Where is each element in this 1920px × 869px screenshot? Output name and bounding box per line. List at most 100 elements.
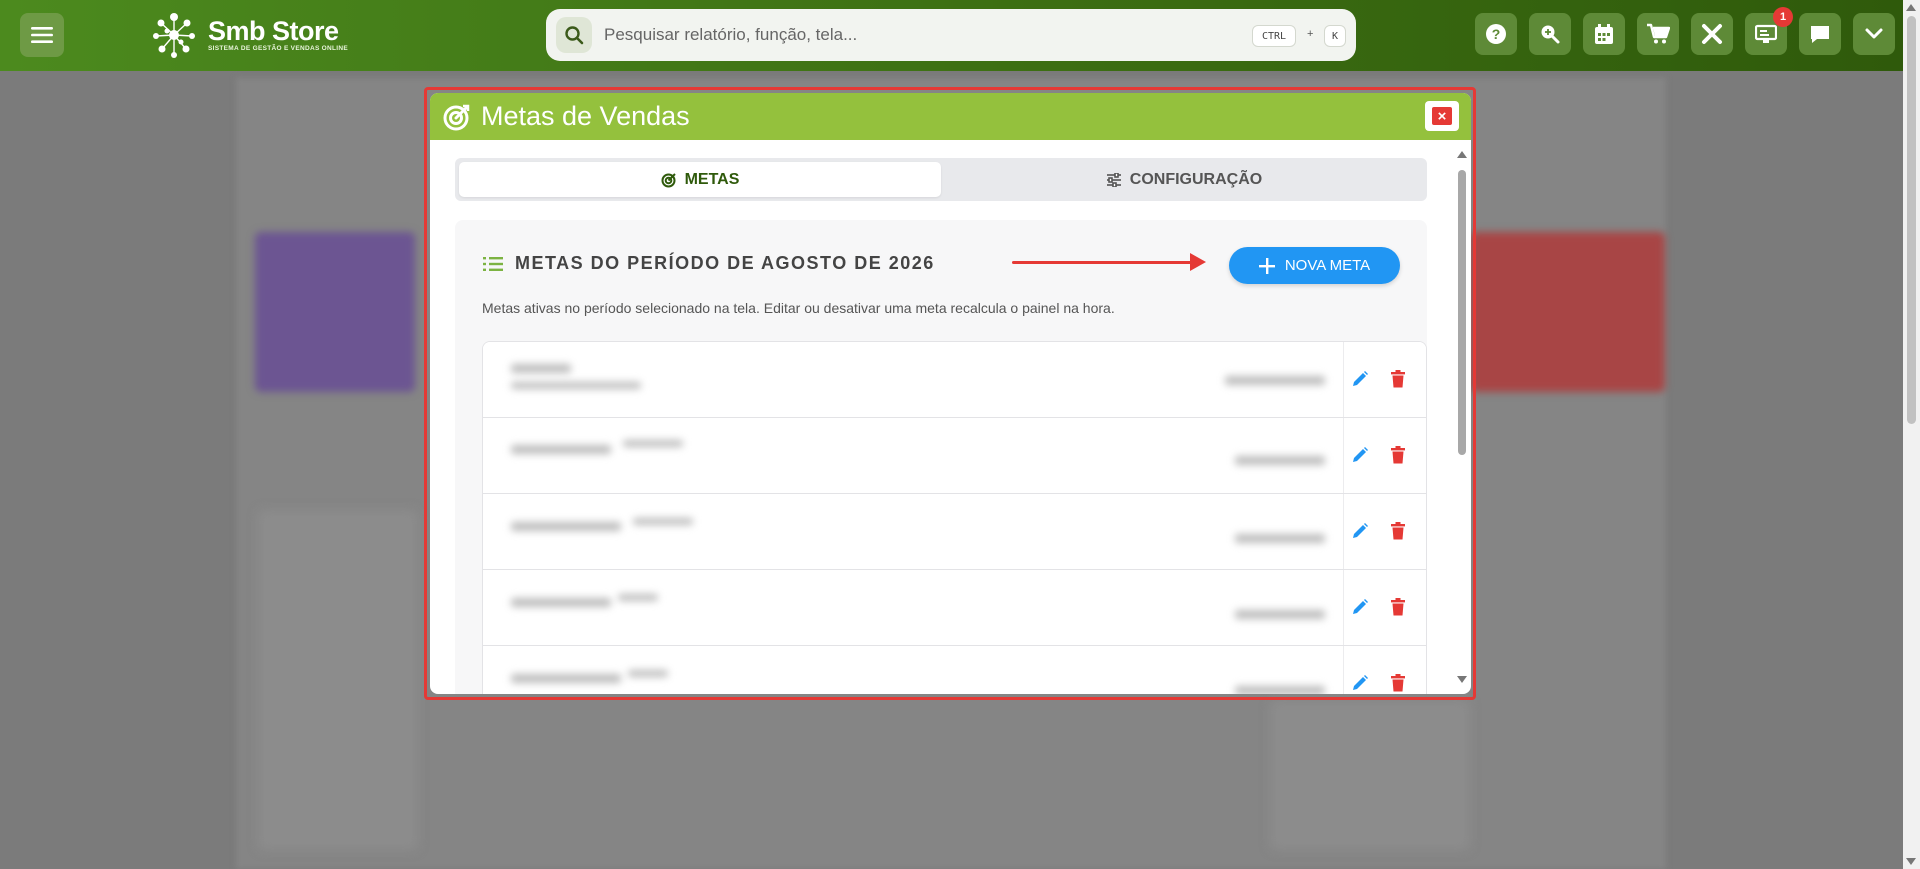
zoom-search-icon xyxy=(1541,25,1560,44)
blurred-content xyxy=(483,494,1341,569)
blurred-content xyxy=(483,646,1341,694)
menu-button[interactable] xyxy=(20,13,64,57)
kbd-plus: + xyxy=(1307,28,1314,40)
delete-button[interactable] xyxy=(1387,520,1409,542)
list-icon xyxy=(483,256,503,271)
page-scrollbar[interactable] xyxy=(1903,0,1920,869)
scroll-up-arrow[interactable] xyxy=(1906,4,1916,11)
search-input[interactable] xyxy=(604,19,1204,51)
row-actions xyxy=(1343,494,1426,569)
pencil-icon xyxy=(1353,599,1368,614)
modal-scrollbar[interactable] xyxy=(1456,148,1468,693)
calendar-button[interactable] xyxy=(1583,13,1625,55)
new-goal-button[interactable]: NOVA META xyxy=(1229,247,1400,284)
modal-title: Metas de Vendas xyxy=(481,101,690,131)
trash-icon xyxy=(1391,522,1405,540)
chat-button[interactable] xyxy=(1799,13,1841,55)
pencil-icon xyxy=(1353,371,1368,386)
help-icon: ? xyxy=(1486,24,1506,44)
edit-button[interactable] xyxy=(1349,368,1371,390)
goals-list xyxy=(482,341,1427,694)
list-item xyxy=(483,570,1426,646)
edit-button[interactable] xyxy=(1349,520,1371,542)
cart-icon xyxy=(1647,23,1670,44)
pencil-icon xyxy=(1353,447,1368,462)
blurred-content xyxy=(483,570,1341,645)
list-item xyxy=(483,418,1426,494)
top-bar: Smb Store SISTEMA DE GESTÃO E VENDAS ONL… xyxy=(0,0,1903,71)
row-actions xyxy=(1343,646,1426,694)
close-icon: × xyxy=(1432,107,1452,125)
delete-button[interactable] xyxy=(1387,444,1409,466)
list-item xyxy=(483,646,1426,694)
delete-button[interactable] xyxy=(1387,672,1409,694)
delete-button[interactable] xyxy=(1387,596,1409,618)
blurred-content xyxy=(483,418,1341,493)
hamburger-icon xyxy=(31,27,53,43)
search-button[interactable] xyxy=(556,17,592,53)
close-button[interactable]: × xyxy=(1425,101,1459,131)
scroll-down-arrow[interactable] xyxy=(1457,676,1467,683)
sliders-icon xyxy=(1106,172,1121,187)
row-actions xyxy=(1343,418,1426,493)
target-icon xyxy=(661,172,676,187)
chat-icon xyxy=(1811,26,1829,43)
modal-header: Metas de Vendas × xyxy=(430,93,1471,140)
monitor-icon xyxy=(1755,24,1777,43)
brand-name: Smb Store xyxy=(208,16,339,46)
new-goal-label: NOVA META xyxy=(1284,257,1371,274)
tab-bar: METAS CONFIGURAÇÃO xyxy=(455,158,1427,201)
background-panel xyxy=(1270,700,1470,850)
goals-panel: METAS DO PERÍODO DE AGOSTO DE 2026 Metas… xyxy=(455,220,1427,694)
svg-text:?: ? xyxy=(1492,26,1501,42)
background-card xyxy=(255,232,415,392)
tab-label: METAS xyxy=(684,170,740,188)
kbd-ctrl: CTRL xyxy=(1252,25,1296,47)
global-search: CTRL + K xyxy=(546,9,1356,61)
sales-goals-modal: Metas de Vendas × METAS CONFIGURAÇÃO MET… xyxy=(430,93,1471,694)
page-scroll-thumb[interactable] xyxy=(1907,16,1916,424)
tab-metas[interactable]: METAS xyxy=(459,162,941,197)
section-title-text: METAS DO PERÍODO DE AGOSTO DE 2026 xyxy=(515,253,935,273)
cart-button[interactable] xyxy=(1637,13,1679,55)
scroll-down-arrow[interactable] xyxy=(1906,858,1916,865)
more-button[interactable] xyxy=(1853,13,1895,55)
scroll-up-arrow[interactable] xyxy=(1457,151,1467,158)
list-item xyxy=(483,342,1426,418)
blurred-content xyxy=(483,342,1341,417)
pencil-icon xyxy=(1353,675,1368,690)
background-panel xyxy=(258,510,418,850)
monitor-button[interactable]: 1 xyxy=(1745,7,1793,55)
brand-tagline: SISTEMA DE GESTÃO E VENDAS ONLINE xyxy=(208,45,349,52)
trash-icon xyxy=(1391,370,1405,388)
row-actions xyxy=(1343,342,1426,417)
brand-logo[interactable]: Smb Store SISTEMA DE GESTÃO E VENDAS ONL… xyxy=(148,8,348,62)
edit-button[interactable] xyxy=(1349,672,1371,694)
notification-badge: 1 xyxy=(1773,7,1793,27)
modal-scroll-thumb[interactable] xyxy=(1458,170,1466,455)
zoom-search-button[interactable] xyxy=(1529,13,1571,55)
edit-button[interactable] xyxy=(1349,444,1371,466)
row-actions xyxy=(1343,570,1426,645)
calendar-icon xyxy=(1595,24,1613,44)
tools-icon xyxy=(1702,24,1722,44)
section-description: Metas ativas no período selecionado na t… xyxy=(482,300,1115,316)
tab-configuracao[interactable]: CONFIGURAÇÃO xyxy=(945,162,1423,197)
delete-button[interactable] xyxy=(1387,368,1409,390)
annotation-arrow xyxy=(1012,261,1195,264)
list-item xyxy=(483,494,1426,570)
tab-label: CONFIGURAÇÃO xyxy=(1129,170,1263,188)
logo-network-icon xyxy=(153,13,195,58)
trash-icon xyxy=(1391,598,1405,616)
edit-button[interactable] xyxy=(1349,596,1371,618)
section-title: METAS DO PERÍODO DE AGOSTO DE 2026 xyxy=(483,253,935,274)
annotation-arrow-head xyxy=(1190,253,1206,271)
chevron-down-icon xyxy=(1865,28,1883,39)
trash-icon xyxy=(1391,674,1405,692)
tools-button[interactable] xyxy=(1691,13,1733,55)
pencil-icon xyxy=(1353,523,1368,538)
help-button[interactable]: ? xyxy=(1475,13,1517,55)
background-card xyxy=(1470,232,1665,392)
kbd-k: K xyxy=(1324,25,1346,47)
search-icon xyxy=(565,26,584,45)
